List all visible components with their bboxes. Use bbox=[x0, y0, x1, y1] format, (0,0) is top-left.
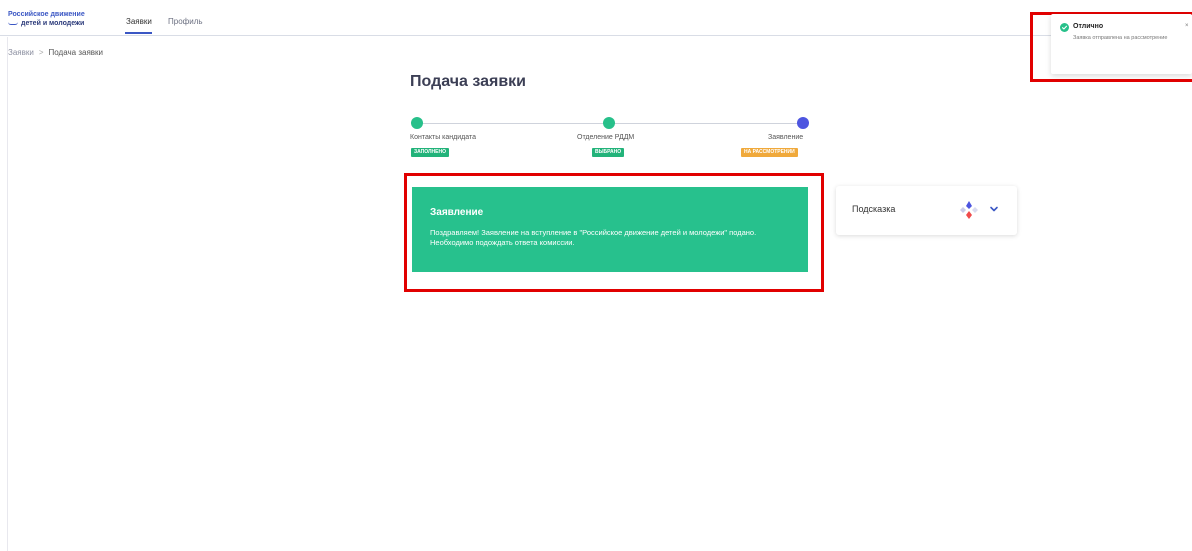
logo-line-1: Российское движение bbox=[8, 11, 85, 18]
statement-card-text: Поздравляем! Заявление на вступление в "… bbox=[430, 228, 757, 247]
step-1-dot bbox=[411, 117, 423, 129]
statement-card-title: Заявление bbox=[430, 207, 484, 218]
toast-close-button[interactable]: × bbox=[1185, 23, 1189, 29]
logo[interactable]: Российское движение детей и молодежи bbox=[8, 10, 85, 28]
step-3-status-badge: НА РАССМОТРЕНИИ bbox=[741, 148, 798, 157]
diamond-dots-icon bbox=[960, 201, 978, 219]
step-1-label: Контакты кандидата bbox=[410, 134, 476, 141]
breadcrumb-separator: > bbox=[38, 48, 44, 57]
check-circle-icon bbox=[1060, 23, 1069, 32]
tab-applications[interactable]: Заявки bbox=[126, 17, 152, 26]
step-2-label: Отделение РДДМ bbox=[577, 134, 635, 141]
step-2-status-badge: ВЫБРАНО bbox=[592, 148, 625, 157]
step-3-dot bbox=[797, 117, 809, 129]
breadcrumb-item-current: Подача заявки bbox=[48, 48, 103, 57]
hint-label: Подсказка bbox=[852, 204, 896, 214]
success-toast: Отлично Заявка отправлена на рассмотрени… bbox=[1051, 14, 1192, 74]
breadcrumb: Заявки > Подача заявки bbox=[8, 48, 103, 57]
page-title: Подача заявки bbox=[410, 73, 527, 90]
statement-card: Заявление Поздравляем! Заявление на всту… bbox=[412, 187, 808, 272]
active-tab-indicator bbox=[125, 32, 152, 34]
toast-message: Заявка отправлена на рассмотрение bbox=[1073, 35, 1168, 41]
step-3-label: Заявление bbox=[768, 134, 804, 141]
logo-line-2: детей и молодежи bbox=[21, 20, 85, 27]
step-1-status-badge: ЗАПОЛНЕНО bbox=[411, 148, 449, 157]
tab-profile[interactable]: Профиль bbox=[168, 17, 203, 26]
chevron-down-icon[interactable] bbox=[988, 203, 1000, 215]
breadcrumb-item-applications[interactable]: Заявки bbox=[8, 48, 34, 57]
step-2-dot bbox=[603, 117, 615, 129]
toast-title: Отлично bbox=[1073, 23, 1104, 30]
top-navigation-bar: Российское движение детей и молодежи Зая… bbox=[0, 0, 1192, 36]
left-edge-divider bbox=[0, 37, 8, 551]
logo-wave-icon bbox=[8, 22, 18, 25]
hint-panel[interactable]: Подсказка bbox=[836, 186, 1017, 235]
